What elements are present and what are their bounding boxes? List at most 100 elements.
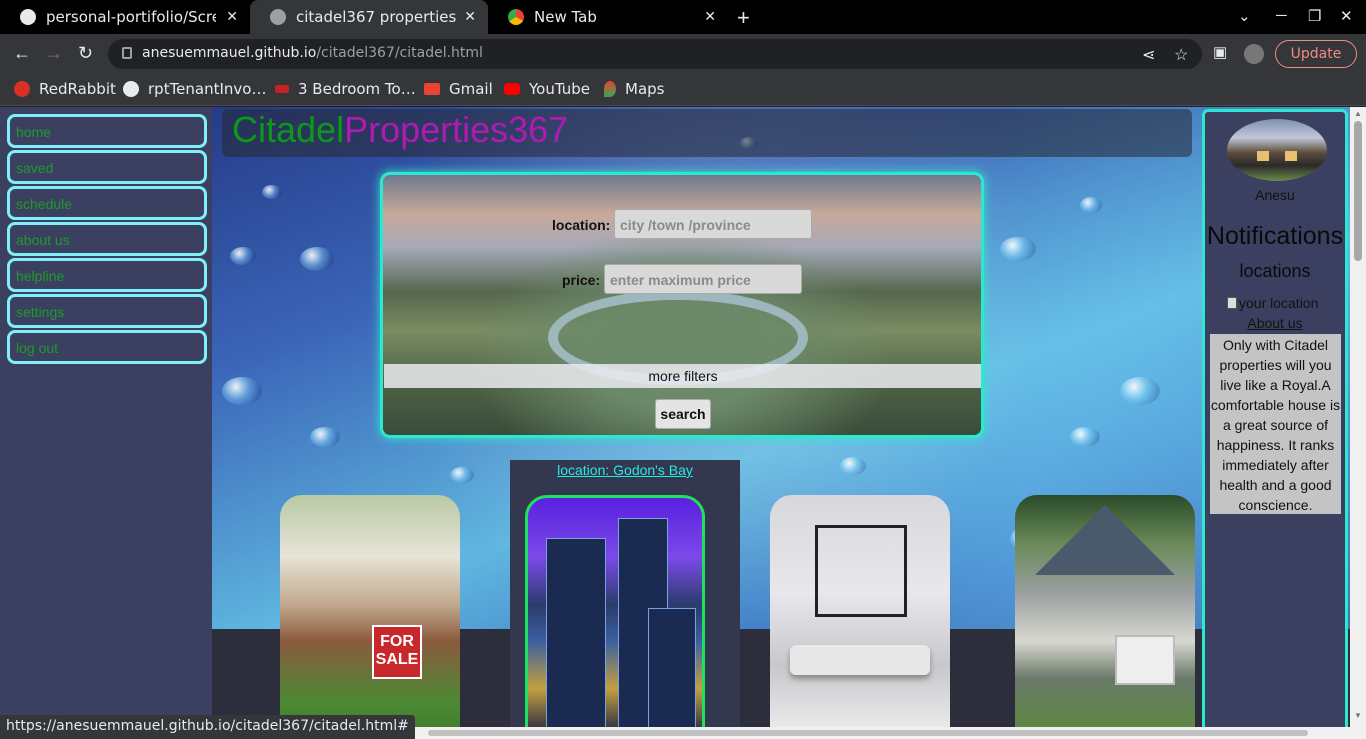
- bookmark-rpttenant[interactable]: rptTenantInvo…: [123, 80, 266, 98]
- back-icon[interactable]: ←: [13, 43, 31, 64]
- avatar-window: [1257, 151, 1269, 161]
- address-bar[interactable]: anesuemmauel.github.io/citadel367/citade…: [108, 39, 1202, 69]
- raindrop: [230, 247, 256, 265]
- bookmark-redrabbit[interactable]: RedRabbit: [14, 80, 116, 98]
- github-icon: [20, 9, 36, 25]
- close-tab-icon[interactable]: ✕: [704, 9, 716, 25]
- more-filters-button[interactable]: more filters: [384, 364, 981, 388]
- broken-image-icon: [1227, 297, 1237, 309]
- price-label: price:: [562, 272, 601, 288]
- bookmarks-bar: RedRabbit rptTenantInvo… 3 Bedroom To… G…: [0, 74, 1366, 106]
- tab-search-icon[interactable]: ⌄: [1238, 7, 1251, 25]
- brand-part-properties: Properties367: [344, 109, 569, 150]
- nav-item-schedule[interactable]: schedule: [7, 186, 207, 220]
- maximize-icon[interactable]: ❐: [1308, 7, 1321, 25]
- raindrop: [262, 185, 282, 199]
- vertical-scrollbar[interactable]: ▲ ▼: [1350, 107, 1366, 739]
- sofa: [790, 645, 930, 675]
- bookmark-label: rptTenantInvo…: [148, 80, 267, 98]
- page-viewport: home saved schedule about us helpline se…: [0, 107, 1366, 739]
- sidebar-nav: home saved schedule about us helpline se…: [0, 107, 212, 739]
- scrollbar-thumb[interactable]: [1354, 121, 1362, 261]
- tab-new[interactable]: New Tab ✕: [488, 0, 728, 34]
- bookmark-youtube[interactable]: YouTube: [504, 80, 590, 98]
- property-icon: [275, 85, 289, 93]
- close-window-icon[interactable]: ✕: [1340, 7, 1353, 25]
- new-tab-icon[interactable]: +: [737, 5, 750, 31]
- profile-avatar-icon[interactable]: [1244, 44, 1264, 64]
- raindrop: [310, 427, 340, 447]
- listing-card-for-sale-house[interactable]: FOR SALE: [280, 495, 460, 739]
- bookmark-label: RedRabbit: [39, 80, 116, 98]
- tab-github[interactable]: personal-portifolio/Screen ✕: [0, 0, 250, 34]
- right-panel: Anesu Notifications locations your locat…: [1202, 109, 1348, 739]
- nav-item-helpline[interactable]: helpline: [7, 258, 207, 292]
- url-text: anesuemmauel.github.io/citadel367/citade…: [142, 45, 483, 61]
- about-us-link[interactable]: About us: [1205, 315, 1345, 331]
- notifications-heading: Notifications: [1206, 222, 1344, 250]
- close-tab-icon[interactable]: ✕: [226, 9, 238, 25]
- listing-card-interior[interactable]: [770, 495, 950, 739]
- globe-icon: [123, 81, 139, 97]
- nav-item-saved[interactable]: saved: [7, 150, 207, 184]
- raindrop: [1070, 427, 1100, 447]
- bookmark-star-icon[interactable]: ☆: [1174, 45, 1188, 65]
- location-image: your location: [1227, 295, 1318, 311]
- tab-citadel[interactable]: citadel367 properties ✕: [250, 0, 488, 34]
- search-panel: location: city /town /province price: en…: [380, 172, 984, 438]
- minimize-icon[interactable]: ─: [1276, 7, 1287, 24]
- brand-part-citadel: Citadel: [232, 109, 345, 150]
- wall-frame: [815, 525, 907, 617]
- bookmark-maps[interactable]: Maps: [604, 80, 664, 98]
- raindrop: [300, 247, 334, 271]
- user-name: Anesu: [1255, 187, 1295, 203]
- status-url-bubble: https://anesuemmauel.github.io/citadel36…: [0, 715, 415, 739]
- side-panel-icon[interactable]: ▣: [1213, 43, 1227, 61]
- raindrop: [1120, 377, 1160, 405]
- location-input[interactable]: city /town /province: [614, 209, 812, 239]
- gmail-icon: [424, 83, 440, 95]
- site-header: CitadelProperties367: [222, 109, 1192, 157]
- youtube-icon: [504, 83, 520, 95]
- url-host: anesuemmauel.github.io: [142, 45, 317, 61]
- nav-item-home[interactable]: home: [7, 114, 207, 148]
- maps-icon: [604, 81, 616, 97]
- search-button[interactable]: search: [655, 399, 711, 429]
- for-sale-sign: FOR SALE: [372, 625, 422, 679]
- forward-icon[interactable]: →: [45, 43, 63, 64]
- bookmark-label: 3 Bedroom To…: [298, 80, 416, 98]
- quote-text: Only with Citadel properties will you li…: [1210, 334, 1341, 514]
- share-icon[interactable]: ⋖: [1142, 45, 1155, 65]
- nav-item-settings[interactable]: settings: [7, 294, 207, 328]
- lock-icon: [122, 47, 132, 59]
- hscrollbar-thumb[interactable]: [428, 730, 1308, 736]
- bookmark-label: Maps: [625, 80, 665, 98]
- house-roof: [1035, 505, 1175, 575]
- nav-item-about-us[interactable]: about us: [7, 222, 207, 256]
- reload-icon[interactable]: ↻: [78, 43, 93, 64]
- site-brand: CitadelProperties367: [232, 109, 568, 151]
- bookmark-gmail[interactable]: Gmail: [424, 80, 493, 98]
- raindrop: [1000, 237, 1036, 261]
- scroll-down-icon[interactable]: ▼: [1354, 711, 1362, 720]
- listing-card-apartment-tower[interactable]: [525, 495, 705, 739]
- price-input[interactable]: enter maximum price: [604, 264, 802, 294]
- locations-heading: locations: [1239, 261, 1311, 281]
- chrome-icon: [508, 9, 524, 25]
- nav-item-log-out[interactable]: log out: [7, 330, 207, 364]
- raindrop: [840, 457, 866, 475]
- user-avatar[interactable]: [1227, 119, 1327, 181]
- horizontal-scrollbar[interactable]: [398, 727, 1350, 739]
- raindrop: [450, 467, 474, 483]
- raindrop: [222, 377, 262, 405]
- featured-location-link[interactable]: location: Godon's Bay: [510, 462, 740, 478]
- globe-icon: [270, 9, 286, 25]
- location-label: location:: [552, 217, 611, 233]
- close-tab-icon[interactable]: ✕: [464, 9, 476, 25]
- garage-door: [1115, 635, 1175, 685]
- scroll-up-icon[interactable]: ▲: [1354, 109, 1362, 118]
- bookmark-3bedroom[interactable]: 3 Bedroom To…: [275, 80, 416, 98]
- tab-title: New Tab: [534, 8, 597, 26]
- update-button[interactable]: Update: [1275, 40, 1357, 68]
- listing-card-suburban-house[interactable]: [1015, 495, 1195, 739]
